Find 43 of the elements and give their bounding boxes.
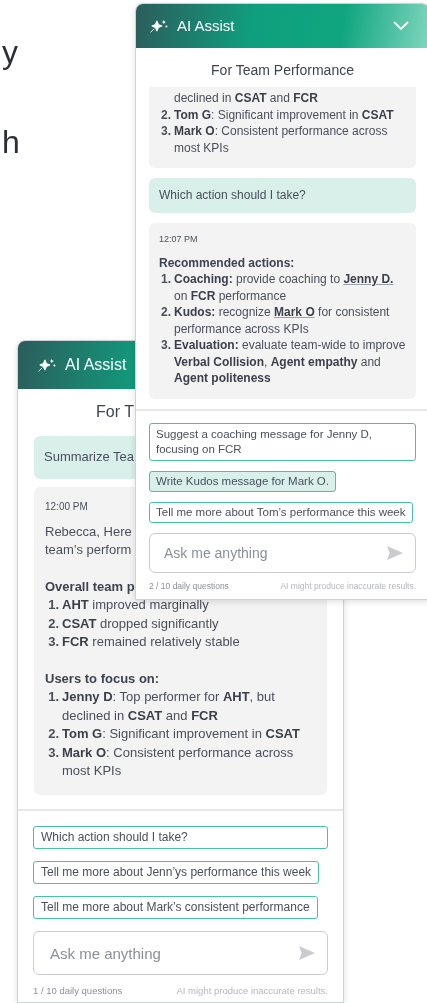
list-item: 1. AHT improved marginally	[47, 596, 210, 614]
message-heading: Recommended actions:	[159, 255, 295, 270]
suggestion-chip[interactable]: Tell me more about Mark’s consistent performance	[33, 896, 318, 919]
panel-subtitle: For Team Performance	[211, 62, 354, 78]
panel-title: AI Assist	[65, 355, 127, 375]
sparkle-icon	[38, 358, 57, 372]
list-item: 3. Evaluation: evaluate team-wide to improve Verbal Collision, Agent empathy and Agent politeness	[160, 337, 406, 387]
suggestion-chip[interactable]: Tell me more about Jenn’ys performance this week	[33, 861, 320, 884]
message-heading: Users to focus on:	[45, 670, 160, 686]
panel-subtitle: For T	[96, 403, 134, 420]
suggestion-chip[interactable]: Suggest a coaching message for Jenny D, focusing on FCR	[149, 423, 416, 461]
message-heading: Overall team p	[45, 578, 135, 594]
message-text: team's perform	[45, 542, 132, 557]
chevron-down-icon[interactable]	[393, 21, 409, 31]
panel-title: AI Assist	[177, 16, 235, 36]
message-text: Rebecca, Here	[45, 523, 132, 539]
name-link[interactable]: Mark O	[274, 305, 315, 319]
page-text: h	[2, 124, 20, 160]
sparkle-icon	[150, 19, 169, 33]
message-text: declined in CSAT and FCR	[173, 90, 319, 107]
suggestion-chip[interactable]: Write Kudos message for Mark O.	[149, 471, 336, 492]
disclaimer-text: AI might produce inaccurate results.	[280, 581, 416, 592]
ask-input[interactable]: Ask me anything	[33, 931, 328, 975]
disclaimer-text: AI might produce inaccurate results.	[176, 985, 328, 996]
send-icon[interactable]	[386, 545, 404, 561]
list-item: 3. Mark O: Consistent performance across most KPIs	[160, 123, 389, 156]
message-time: 12:07 PM	[159, 233, 198, 244]
list-item: 2. Tom G: Significant improvement in CSAT	[47, 725, 301, 743]
list-item: 1. Jenny D: Top performer for AHT, but declined in CSAT and FCR	[47, 688, 276, 725]
question-count: 1 / 10 daily questions	[33, 985, 123, 996]
question-count: 2 / 10 daily questions	[149, 581, 229, 592]
page-text: y	[2, 34, 18, 70]
list-item: 2. Tom G: Significant improvement in CSAT	[160, 106, 395, 123]
message-time: 12:00 PM	[45, 500, 88, 512]
name-link[interactable]: Jenny D.	[343, 272, 394, 286]
suggestion-chip[interactable]: Which action should I take?	[33, 826, 328, 849]
list-item: 2. CSAT dropped significantly	[47, 614, 220, 633]
ask-input[interactable]: Ask me anything	[149, 533, 416, 573]
send-icon[interactable]	[298, 945, 316, 961]
list-item: 3. Mark O: Consistent performance across most KPIs	[47, 743, 295, 780]
user-message: Which action should I take?	[149, 178, 416, 213]
suggestion-chip[interactable]: Tell me more about Tom’s performance this week	[149, 502, 413, 523]
list-item: 3. FCR remained relatively stable	[47, 633, 241, 651]
